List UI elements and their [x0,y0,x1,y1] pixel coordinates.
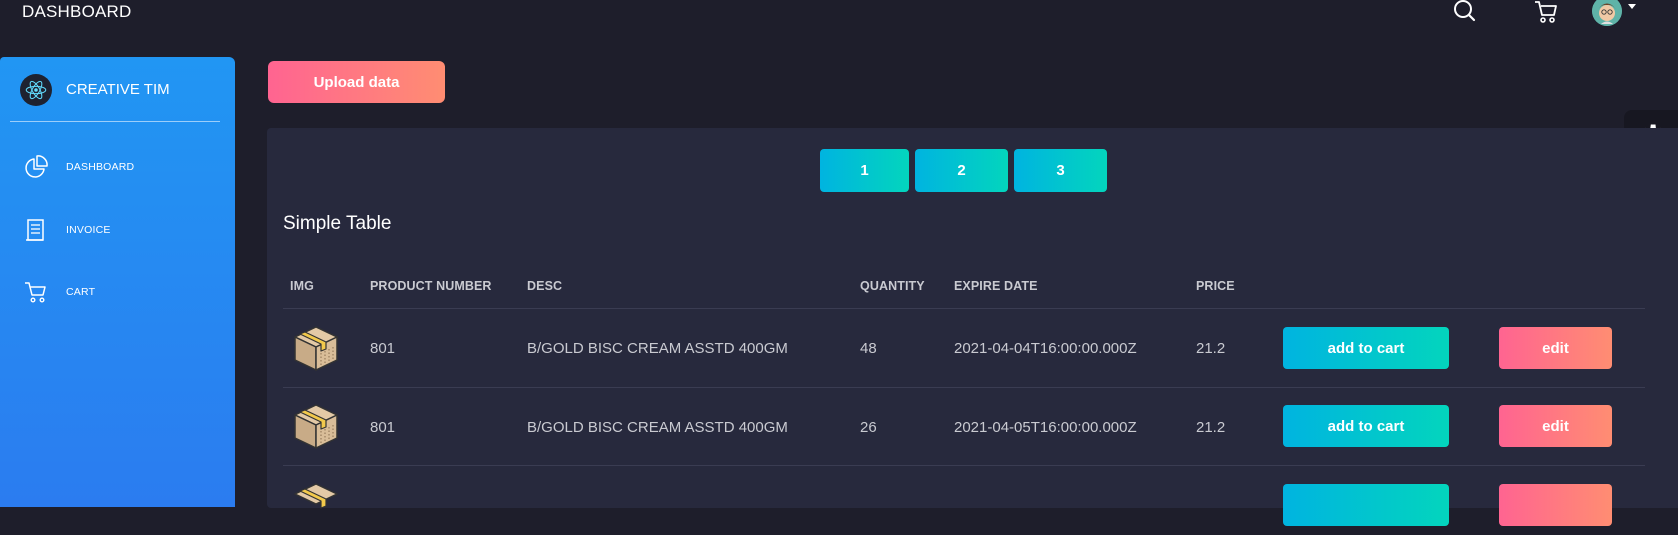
box-icon [291,323,341,373]
quantity-cell: 48 [860,340,877,357]
product-number-cell: 801 [370,419,396,436]
column-header-price: PRICE [1196,279,1235,293]
column-header-product-number: PRODUCT NUMBER [370,279,492,293]
add-to-cart-button[interactable]: add to cart [1283,405,1449,447]
edit-button[interactable] [1499,484,1612,526]
user-menu-toggle[interactable] [1592,0,1642,26]
sidebar-divider [10,121,220,122]
search-icon[interactable] [1451,0,1477,26]
row-divider [283,465,1645,466]
sidebar-item-cart[interactable]: CART [24,280,224,306]
add-to-cart-button[interactable] [1283,484,1449,526]
top-navbar: DASHBOARD [0,0,1678,34]
edit-button[interactable]: edit [1499,405,1612,447]
edit-button[interactable]: edit [1499,327,1612,369]
sidebar-item-label: DASHBOARD [66,161,135,173]
document-icon [24,218,48,242]
box-icon [291,480,341,530]
row-divider [283,387,1645,388]
desc-cell: B/GOLD BISC CREAM ASSTD 400GM [527,340,788,357]
price-cell: 21.2 [1196,340,1226,357]
price-cell: 21.2 [1196,419,1226,436]
avatar[interactable] [1592,0,1622,26]
row-divider [283,308,1645,309]
upload-data-button[interactable]: Upload data [268,61,445,103]
page-button-1[interactable]: 1 [820,149,909,192]
sidebar: CREATIVE TIM DASHBOARD INVOICE CART [0,57,235,507]
page-button-2[interactable]: 2 [915,149,1008,192]
box-icon [291,401,341,451]
expire-date-cell: 2021-04-05T16:00:00.000Z [954,419,1137,436]
expire-date-cell: 2021-04-04T16:00:00.000Z [954,340,1137,357]
add-to-cart-button[interactable]: add to cart [1283,327,1449,369]
pie-chart-icon [24,155,48,179]
navbar-brand[interactable]: DASHBOARD [22,2,132,22]
cart-icon [24,280,48,304]
quantity-cell: 26 [860,419,877,436]
page-button-3[interactable]: 3 [1014,149,1107,192]
cart-icon[interactable] [1533,0,1559,26]
card-title: Simple Table [283,213,392,234]
column-header-img: IMG [290,279,314,293]
sidebar-item-label: INVOICE [66,224,111,236]
chevron-down-icon [1628,4,1636,9]
desc-cell: B/GOLD BISC CREAM ASSTD 400GM [527,419,788,436]
sidebar-item-label: CART [66,286,96,298]
column-header-expire-date: EXPIRE DATE [954,279,1038,293]
column-header-desc: DESC [527,279,563,293]
react-atom-icon[interactable] [20,74,52,106]
sidebar-item-invoice[interactable]: INVOICE [24,218,224,244]
sidebar-brand-title[interactable]: CREATIVE TIM [66,81,170,98]
sidebar-item-dashboard[interactable]: DASHBOARD [24,155,224,181]
column-header-quantity: QUANTITY [860,279,925,293]
product-number-cell: 801 [370,340,396,357]
